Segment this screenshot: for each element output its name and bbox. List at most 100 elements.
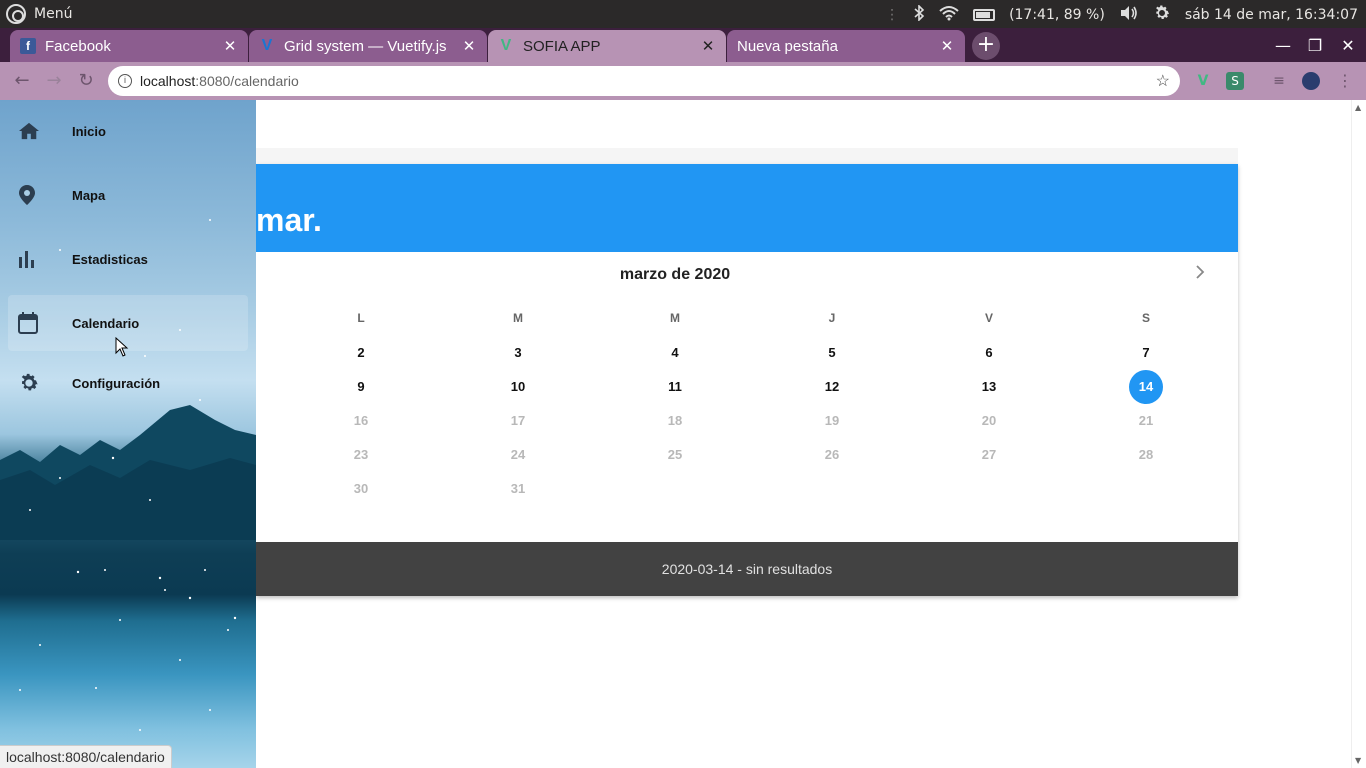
day-button: 24 [510, 447, 526, 462]
month-navigation: marzo de 2020 [256, 252, 1238, 298]
profile-avatar[interactable] [1302, 72, 1320, 90]
mountain-illustration [0, 405, 256, 540]
day-button[interactable]: 13 [972, 370, 1006, 404]
tab-new-tab[interactable]: Nueva pestaña ✕ [727, 30, 965, 62]
browser-menu-icon[interactable]: ⋮ [1336, 72, 1354, 90]
day-button[interactable]: 9 [344, 370, 378, 404]
calendar-header: mar. [256, 164, 1238, 252]
weekday-label: J [828, 311, 836, 325]
tab-title: Facebook [45, 37, 111, 55]
day-button[interactable]: 7 [1129, 336, 1163, 370]
os-top-bar: Menú ⋮ (17:41, 89 %) sáb 14 de mar, 16:3… [0, 0, 1366, 28]
tab-strip: f Facebook ✕ V Grid system — Vuetify.js … [0, 28, 1366, 62]
new-tab-button[interactable]: + [972, 32, 1000, 60]
day-button: 25 [667, 447, 683, 462]
battery-icon[interactable] [973, 9, 996, 21]
vue-icon: V [500, 37, 512, 54]
weekday-label: S [1141, 311, 1150, 325]
gear-icon [18, 372, 58, 394]
tab-title: SOFIA APP [523, 37, 601, 55]
drawer-item-label: Estadisticas [72, 251, 148, 267]
chevron-right-icon[interactable] [1194, 264, 1206, 285]
day-button[interactable]: 11 [658, 370, 692, 404]
volume-icon[interactable] [1119, 5, 1139, 25]
day-button: 18 [667, 413, 683, 428]
day-button[interactable]: 4 [658, 336, 692, 370]
day-button: 16 [353, 413, 369, 428]
site-info-icon[interactable]: i [118, 74, 132, 88]
navigation-drawer: Inicio Mapa Estadisticas Calendario Conf… [0, 100, 256, 768]
close-icon[interactable]: ✕ [222, 37, 238, 55]
drawer-item-label: Calendario [72, 315, 140, 331]
browser-toolbar: ← → ↻ i localhost:8080/calendario ☆ V S … [0, 62, 1366, 100]
settings-gear-icon[interactable] [1153, 4, 1171, 26]
drawer-item-estadisticas[interactable]: Estadisticas [8, 231, 248, 287]
forward-arrow-icon[interactable]: → [43, 70, 65, 92]
weekday-header-row: LMMJVS [256, 301, 1238, 335]
day-button: 23 [353, 447, 369, 462]
day-button: 30 [353, 481, 369, 496]
day-button: 17 [510, 413, 526, 428]
drawer-item-label: Configuración [72, 375, 161, 391]
month-title[interactable]: marzo de 2020 [256, 266, 1094, 284]
week-row: 30 31 [256, 472, 1238, 506]
ubuntu-logo-icon [6, 4, 26, 24]
extension-s-icon[interactable]: S [1226, 72, 1244, 90]
bookmark-star-icon[interactable]: ☆ [1156, 71, 1170, 91]
address-bar[interactable]: i localhost:8080/calendario ☆ [108, 66, 1180, 96]
wifi-icon[interactable] [939, 5, 959, 25]
drawer-item-inicio[interactable]: Inicio [8, 103, 248, 159]
week-row: 9 10 11 12 13 14 [256, 370, 1238, 404]
day-button[interactable]: 2 [344, 336, 378, 370]
calendar-header-month: mar. [256, 202, 322, 238]
toolbar-strip [256, 148, 1238, 164]
close-icon[interactable]: ✕ [461, 37, 477, 55]
drawer-item-label: Inicio [72, 123, 106, 139]
day-button: 21 [1138, 413, 1154, 428]
scroll-down-icon[interactable]: ▼ [1355, 756, 1361, 765]
tab-facebook[interactable]: f Facebook ✕ [10, 30, 248, 62]
media-queue-icon[interactable]: ≡ [1270, 72, 1288, 90]
status-url-bubble: localhost:8080/calendario [0, 745, 172, 768]
day-button[interactable]: 5 [815, 336, 849, 370]
window-close-icon[interactable]: ✕ [1338, 36, 1358, 55]
reload-icon[interactable]: ↻ [75, 70, 97, 92]
day-button: 31 [510, 481, 526, 496]
close-icon[interactable]: ✕ [700, 37, 716, 55]
tab-vuetify[interactable]: V Grid system — Vuetify.js ✕ [249, 30, 487, 62]
close-icon[interactable]: ✕ [939, 37, 955, 55]
restore-icon[interactable]: ❐ [1305, 36, 1325, 55]
day-button: 27 [981, 447, 997, 462]
day-button: 20 [981, 413, 997, 428]
day-button: 28 [1138, 447, 1154, 462]
page-scrollbar[interactable]: ▲ ▼ [1351, 100, 1366, 768]
day-button[interactable]: 10 [501, 370, 535, 404]
drawer-item-label: Mapa [72, 187, 106, 203]
battery-status[interactable]: (17:41, 89 %) [1009, 7, 1105, 23]
day-button[interactable]: 6 [972, 336, 1006, 370]
tab-sofia-app[interactable]: V SOFIA APP ✕ [488, 30, 726, 62]
events-status: 2020-03-14 - sin resultados [661, 561, 833, 577]
vue-devtools-icon[interactable]: V [1194, 72, 1212, 90]
drag-handle-icon: ⋮ [885, 7, 900, 23]
day-button[interactable]: 3 [501, 336, 535, 370]
vuetify-icon: V [261, 37, 273, 54]
back-arrow-icon[interactable]: ← [11, 70, 33, 92]
weekday-label: L [357, 311, 365, 325]
drawer-item-mapa[interactable]: Mapa [8, 167, 248, 223]
weekday-label: V [984, 311, 993, 325]
calendar-card: mar. marzo de 2020 L M M J V S 2 3 4 5 6 7 9 10 11 12 13… [256, 164, 1238, 596]
facebook-icon: f [20, 38, 36, 54]
tab-title: Grid system — Vuetify.js [284, 37, 447, 55]
drawer-item-configuracion[interactable]: Configuración [8, 355, 248, 411]
os-menu-button[interactable]: Menú [6, 4, 72, 24]
day-button-today[interactable]: 14 [1129, 370, 1163, 404]
bluetooth-icon[interactable] [913, 4, 925, 25]
day-button[interactable]: 12 [815, 370, 849, 404]
datetime[interactable]: sáb 14 de mar, 16:34:07 [1185, 7, 1358, 23]
page-content: mar. marzo de 2020 L M M J V S 2 3 4 5 6 7 9 10 11 12 13… [0, 100, 1366, 768]
scroll-up-icon[interactable]: ▲ [1355, 103, 1361, 112]
week-row: 16 17 18 19 20 21 [256, 404, 1238, 438]
minimize-icon[interactable]: — [1273, 36, 1293, 55]
week-row: 23 24 25 26 27 28 [256, 438, 1238, 472]
